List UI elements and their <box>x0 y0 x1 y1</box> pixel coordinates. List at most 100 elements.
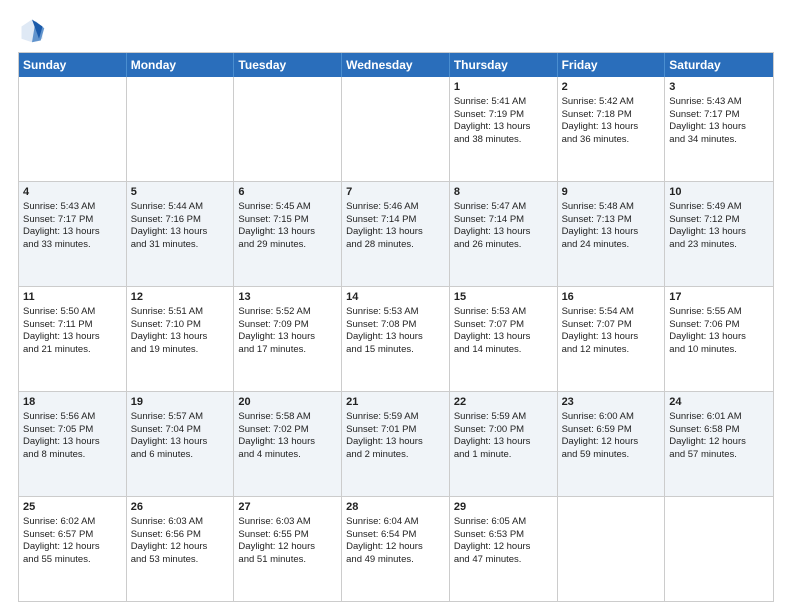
day-info-line: Daylight: 13 hours <box>346 226 445 239</box>
day-info-line: Sunset: 7:14 PM <box>454 214 553 227</box>
day-info-line: and 19 minutes. <box>131 344 230 357</box>
day-number: 19 <box>131 395 230 410</box>
day-info-line: Sunrise: 6:04 AM <box>346 516 445 529</box>
cal-cell-r2c2: 13Sunrise: 5:52 AMSunset: 7:09 PMDayligh… <box>234 287 342 391</box>
day-info-line: Sunrise: 5:57 AM <box>131 411 230 424</box>
day-info-line: and 23 minutes. <box>669 239 769 252</box>
cal-cell-r0c3 <box>342 77 450 181</box>
cal-cell-r4c6 <box>665 497 773 601</box>
day-number: 21 <box>346 395 445 410</box>
day-info-line: and 10 minutes. <box>669 344 769 357</box>
day-info-line: and 12 minutes. <box>562 344 661 357</box>
cal-cell-r1c2: 6Sunrise: 5:45 AMSunset: 7:15 PMDaylight… <box>234 182 342 286</box>
day-info-line: Sunset: 6:56 PM <box>131 529 230 542</box>
day-info-line: and 21 minutes. <box>23 344 122 357</box>
cal-cell-r1c0: 4Sunrise: 5:43 AMSunset: 7:17 PMDaylight… <box>19 182 127 286</box>
day-info-line: Sunrise: 5:43 AM <box>669 96 769 109</box>
calendar-row-1: 4Sunrise: 5:43 AMSunset: 7:17 PMDaylight… <box>19 181 773 286</box>
day-info-line: Daylight: 13 hours <box>454 121 553 134</box>
day-info-line: Sunset: 6:58 PM <box>669 424 769 437</box>
day-info-line: and 59 minutes. <box>562 449 661 462</box>
day-info-line: and 2 minutes. <box>346 449 445 462</box>
day-info-line: Daylight: 12 hours <box>238 541 337 554</box>
day-info-line: Sunrise: 5:53 AM <box>454 306 553 319</box>
day-info-line: Sunset: 7:05 PM <box>23 424 122 437</box>
day-info-line: Sunrise: 5:48 AM <box>562 201 661 214</box>
day-number: 5 <box>131 185 230 200</box>
day-info-line: Sunrise: 5:54 AM <box>562 306 661 319</box>
cal-cell-r2c1: 12Sunrise: 5:51 AMSunset: 7:10 PMDayligh… <box>127 287 235 391</box>
day-info-line: Sunrise: 6:02 AM <box>23 516 122 529</box>
cal-cell-r3c0: 18Sunrise: 5:56 AMSunset: 7:05 PMDayligh… <box>19 392 127 496</box>
cal-cell-r0c2 <box>234 77 342 181</box>
day-info-line: Daylight: 13 hours <box>669 226 769 239</box>
day-info-line: Sunrise: 6:01 AM <box>669 411 769 424</box>
day-info-line: Sunset: 7:00 PM <box>454 424 553 437</box>
day-info-line: Sunset: 7:11 PM <box>23 319 122 332</box>
day-info-line: and 1 minute. <box>454 449 553 462</box>
day-number: 15 <box>454 290 553 305</box>
day-number: 24 <box>669 395 769 410</box>
day-info-line: Sunrise: 5:46 AM <box>346 201 445 214</box>
day-number: 9 <box>562 185 661 200</box>
day-info-line: and 38 minutes. <box>454 134 553 147</box>
day-info-line: Daylight: 13 hours <box>669 121 769 134</box>
day-info-line: and 31 minutes. <box>131 239 230 252</box>
cal-cell-r0c0 <box>19 77 127 181</box>
day-number: 12 <box>131 290 230 305</box>
day-info-line: Daylight: 13 hours <box>562 331 661 344</box>
day-info-line: Daylight: 13 hours <box>562 226 661 239</box>
day-info-line: Daylight: 12 hours <box>562 436 661 449</box>
day-info-line: Sunset: 7:17 PM <box>23 214 122 227</box>
day-info-line: Sunrise: 5:59 AM <box>346 411 445 424</box>
cal-cell-r2c3: 14Sunrise: 5:53 AMSunset: 7:08 PMDayligh… <box>342 287 450 391</box>
day-info-line: Sunset: 7:16 PM <box>131 214 230 227</box>
day-info-line: Sunrise: 5:42 AM <box>562 96 661 109</box>
day-info-line: Sunrise: 5:41 AM <box>454 96 553 109</box>
day-number: 20 <box>238 395 337 410</box>
day-info-line: Sunrise: 6:00 AM <box>562 411 661 424</box>
day-info-line: Daylight: 12 hours <box>669 436 769 449</box>
day-info-line: Sunset: 7:17 PM <box>669 109 769 122</box>
day-info-line: and 55 minutes. <box>23 554 122 567</box>
header-day-friday: Friday <box>558 53 666 77</box>
header-day-saturday: Saturday <box>665 53 773 77</box>
day-info-line: Sunrise: 5:56 AM <box>23 411 122 424</box>
day-info-line: and 33 minutes. <box>23 239 122 252</box>
cal-cell-r3c5: 23Sunrise: 6:00 AMSunset: 6:59 PMDayligh… <box>558 392 666 496</box>
day-info-line: Sunrise: 5:52 AM <box>238 306 337 319</box>
day-info-line: and 49 minutes. <box>346 554 445 567</box>
day-info-line: Sunrise: 5:55 AM <box>669 306 769 319</box>
cal-cell-r1c5: 9Sunrise: 5:48 AMSunset: 7:13 PMDaylight… <box>558 182 666 286</box>
day-info-line: Sunrise: 6:05 AM <box>454 516 553 529</box>
day-number: 27 <box>238 500 337 515</box>
cal-cell-r4c3: 28Sunrise: 6:04 AMSunset: 6:54 PMDayligh… <box>342 497 450 601</box>
day-number: 2 <box>562 80 661 95</box>
cal-cell-r2c5: 16Sunrise: 5:54 AMSunset: 7:07 PMDayligh… <box>558 287 666 391</box>
header-day-monday: Monday <box>127 53 235 77</box>
cal-cell-r1c4: 8Sunrise: 5:47 AMSunset: 7:14 PMDaylight… <box>450 182 558 286</box>
cal-cell-r1c1: 5Sunrise: 5:44 AMSunset: 7:16 PMDaylight… <box>127 182 235 286</box>
cal-cell-r4c1: 26Sunrise: 6:03 AMSunset: 6:56 PMDayligh… <box>127 497 235 601</box>
day-number: 17 <box>669 290 769 305</box>
calendar: SundayMondayTuesdayWednesdayThursdayFrid… <box>18 52 774 602</box>
day-info-line: and 29 minutes. <box>238 239 337 252</box>
day-info-line: Sunset: 6:54 PM <box>346 529 445 542</box>
day-info-line: Sunrise: 5:59 AM <box>454 411 553 424</box>
day-info-line: Daylight: 12 hours <box>346 541 445 554</box>
day-number: 13 <box>238 290 337 305</box>
day-info-line: and 15 minutes. <box>346 344 445 357</box>
cal-cell-r3c6: 24Sunrise: 6:01 AMSunset: 6:58 PMDayligh… <box>665 392 773 496</box>
logo-icon <box>18 16 46 44</box>
day-number: 11 <box>23 290 122 305</box>
day-info-line: and 47 minutes. <box>454 554 553 567</box>
day-info-line: and 51 minutes. <box>238 554 337 567</box>
day-info-line: and 17 minutes. <box>238 344 337 357</box>
calendar-row-4: 25Sunrise: 6:02 AMSunset: 6:57 PMDayligh… <box>19 496 773 601</box>
day-info-line: Sunset: 7:12 PM <box>669 214 769 227</box>
day-info-line: and 53 minutes. <box>131 554 230 567</box>
cal-cell-r4c0: 25Sunrise: 6:02 AMSunset: 6:57 PMDayligh… <box>19 497 127 601</box>
day-info-line: Sunrise: 6:03 AM <box>238 516 337 529</box>
day-info-line: Sunset: 7:01 PM <box>346 424 445 437</box>
day-number: 22 <box>454 395 553 410</box>
